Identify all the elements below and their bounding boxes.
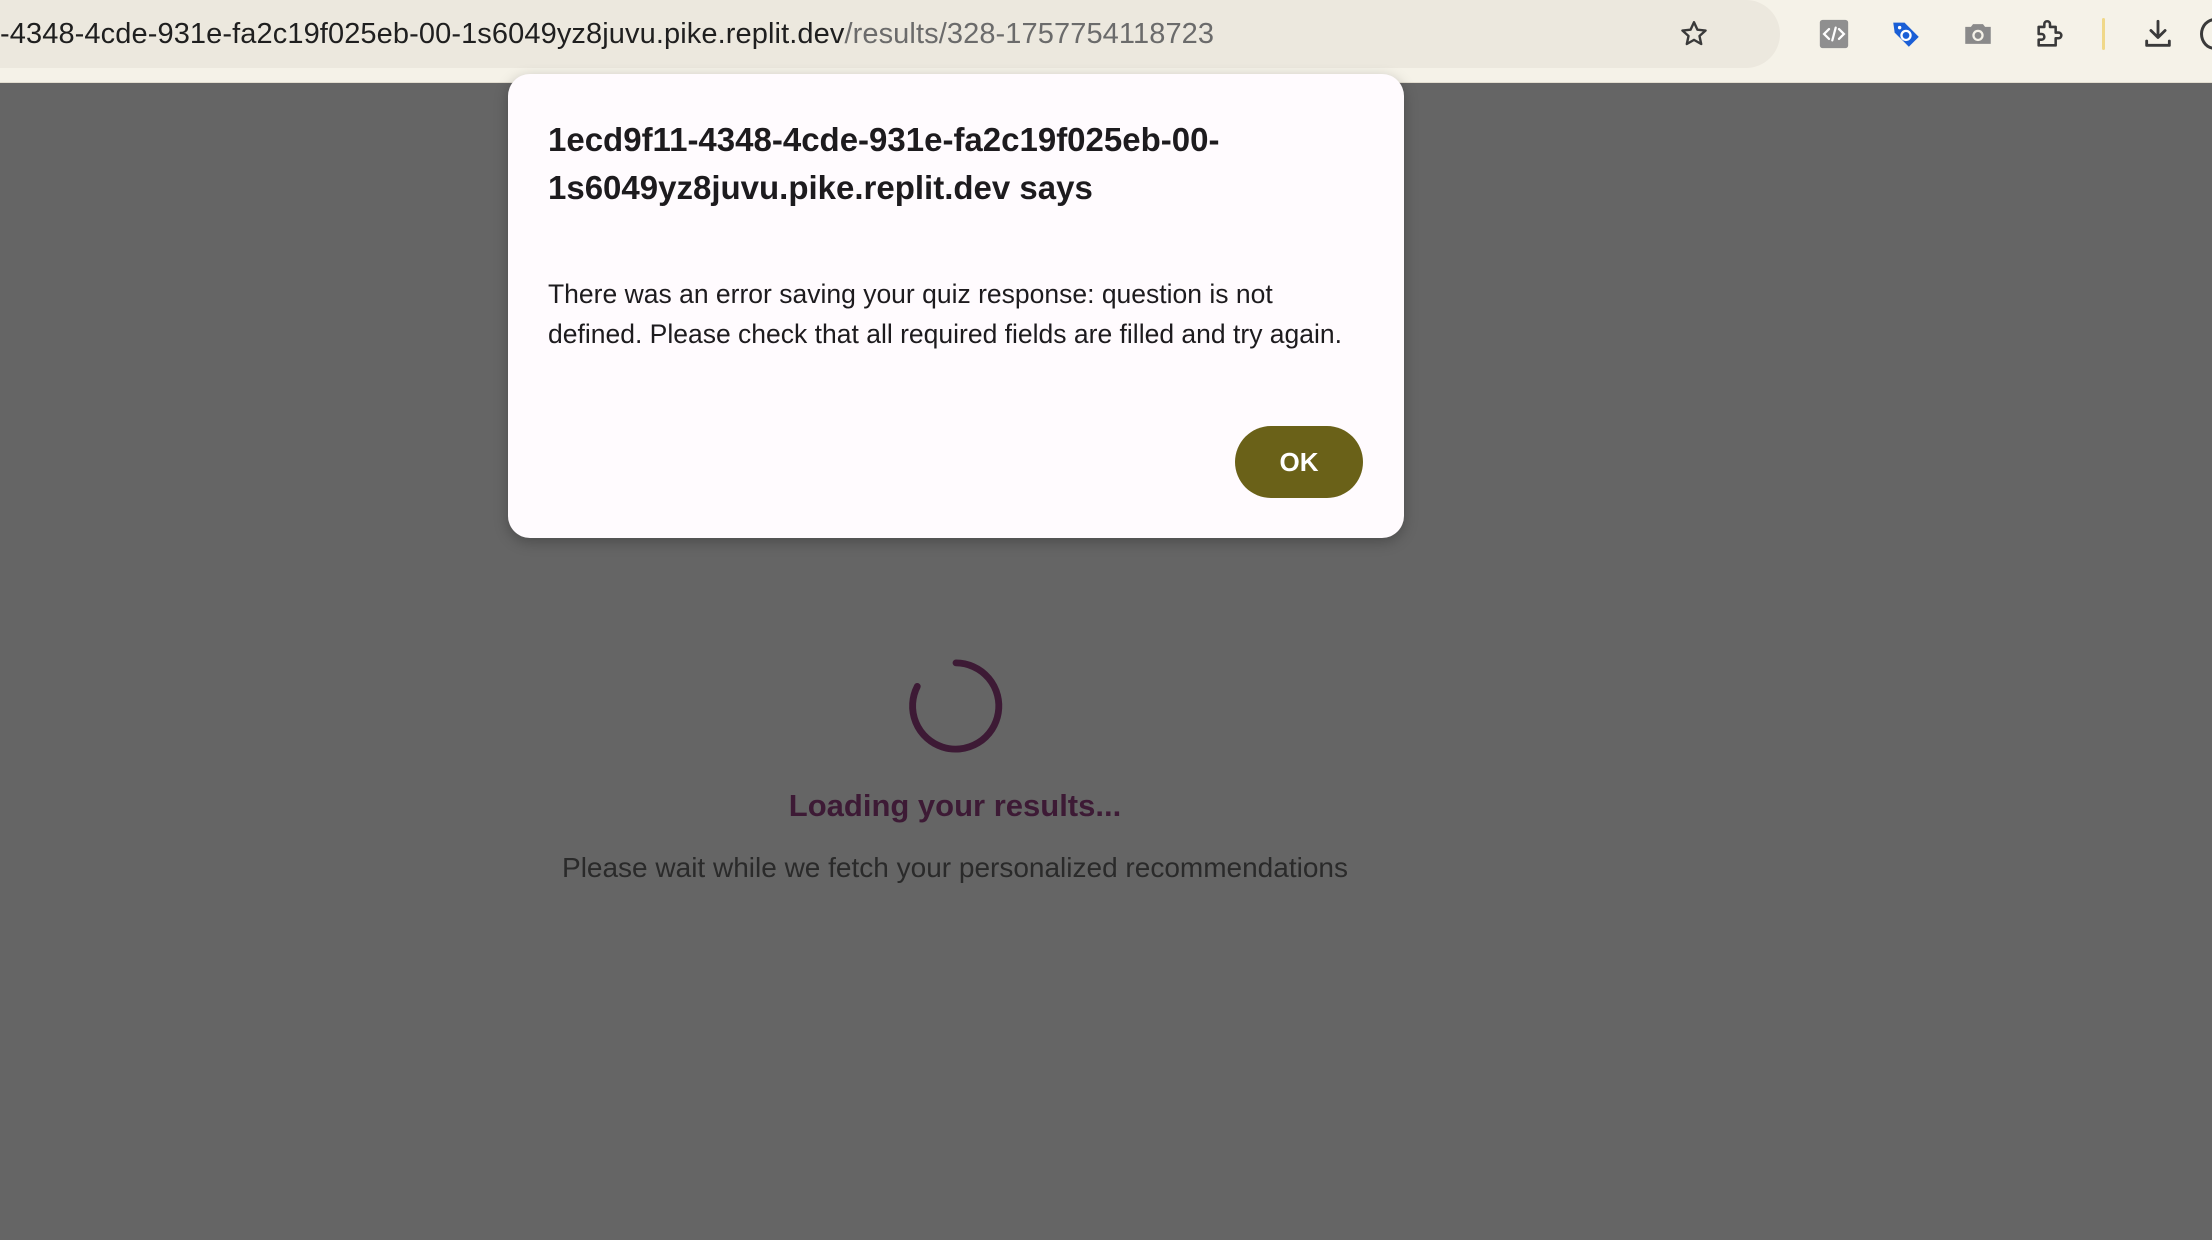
profile-icon[interactable] [2200, 18, 2212, 50]
url-host: -4348-4cde-931e-fa2c19f025eb-00-1s6049yz… [0, 18, 845, 50]
tag-extension-icon[interactable] [1886, 14, 1926, 54]
ok-button[interactable]: OK [1235, 426, 1363, 498]
loading-subtitle: Please wait while we fetch your personal… [562, 852, 1348, 883]
extensions-puzzle-icon[interactable] [2030, 14, 2070, 54]
browser-toolbar: -4348-4cde-931e-fa2c19f025eb-00-1s6049yz… [0, 0, 2212, 83]
url-text[interactable]: -4348-4cde-931e-fa2c19f025eb-00-1s6049yz… [0, 15, 1214, 53]
url-path: /results/328-1757754118723 [844, 18, 1215, 50]
alert-dialog: 1ecd9f11-4348-4cde-931e-fa2c19f025eb-00-… [508, 74, 1404, 538]
camera-icon[interactable] [1958, 14, 1998, 54]
dialog-title: 1ecd9f11-4348-4cde-931e-fa2c19f025eb-00-… [548, 121, 1220, 206]
loading-spinner-icon [909, 659, 1003, 753]
loading-title: Loading your results... [788, 788, 1122, 823]
toolbar-separator [2102, 18, 2105, 50]
download-icon[interactable] [2138, 14, 2178, 54]
code-extension-icon[interactable] [1814, 14, 1854, 54]
bookmark-star-icon[interactable] [1674, 14, 1714, 54]
dialog-message: There was an error saving your quiz resp… [548, 279, 1343, 349]
address-bar[interactable]: -4348-4cde-931e-fa2c19f025eb-00-1s6049yz… [0, 0, 1780, 68]
